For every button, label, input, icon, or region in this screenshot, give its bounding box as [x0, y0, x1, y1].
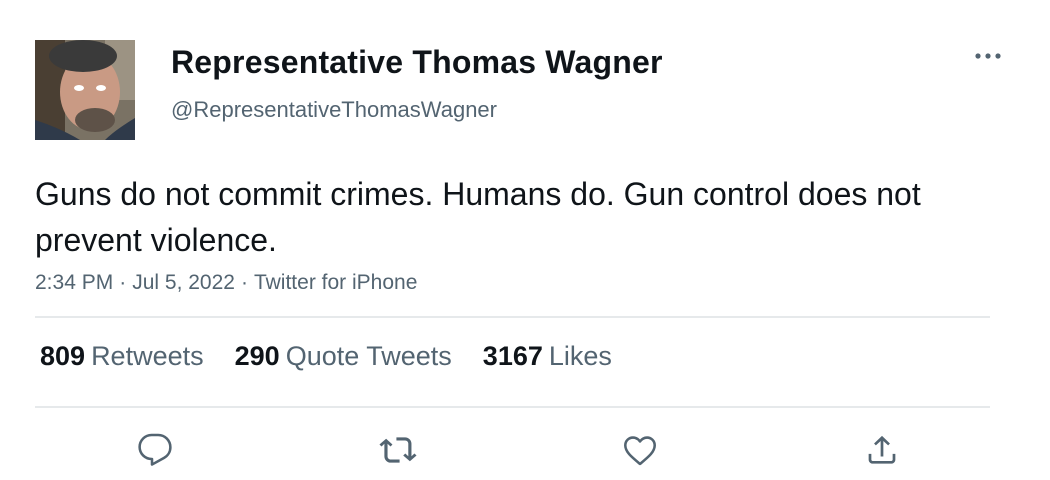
tweet-time[interactable]: 2:34 PM [35, 271, 113, 294]
share-button[interactable] [862, 430, 902, 470]
reply-icon [138, 433, 172, 466]
tweet-card: Representative Thomas Wagner @Representa… [0, 0, 1050, 480]
more-button[interactable] [968, 42, 1008, 70]
profile-photo-icon [35, 40, 135, 140]
likes-count: 3167 [482, 341, 543, 371]
heart-icon [624, 436, 656, 466]
reply-button[interactable] [135, 430, 175, 470]
like-button[interactable] [620, 430, 660, 470]
retweets-stat[interactable]: 809 Retweets [40, 341, 204, 372]
tweet-stats: 809 Retweets 290 Quote Tweets 3167 Likes [40, 341, 643, 372]
quote-tweets-count: 290 [234, 341, 280, 371]
retweets-label: Retweets [91, 341, 204, 371]
divider [35, 316, 990, 318]
quote-tweets-label: Quote Tweets [285, 341, 452, 371]
avatar[interactable] [35, 40, 135, 140]
likes-stat[interactable]: 3167 Likes [483, 341, 612, 372]
quote-tweets-stat[interactable]: 290 Quote Tweets [235, 341, 452, 372]
meta-separator: · [240, 271, 248, 294]
more-icon [975, 53, 1001, 59]
meta-separator: · [119, 271, 127, 294]
tweet-text: Guns do not commit crimes. Humans do. Gu… [35, 176, 921, 258]
retweet-icon [379, 437, 417, 463]
retweets-count: 809 [40, 341, 86, 371]
user-handle[interactable]: @RepresentativeThomasWagner [171, 97, 497, 123]
tweet-meta: 2:34 PM · Jul 5, 2022 · Twitter for iPhone [35, 271, 417, 295]
tweet-date[interactable]: Jul 5, 2022 [132, 271, 235, 294]
likes-label: Likes [548, 341, 612, 371]
retweet-button[interactable] [378, 430, 418, 470]
divider [35, 406, 990, 408]
share-icon [868, 435, 896, 464]
tweet-source[interactable]: Twitter for iPhone [254, 271, 417, 294]
display-name[interactable]: Representative Thomas Wagner [171, 44, 663, 81]
